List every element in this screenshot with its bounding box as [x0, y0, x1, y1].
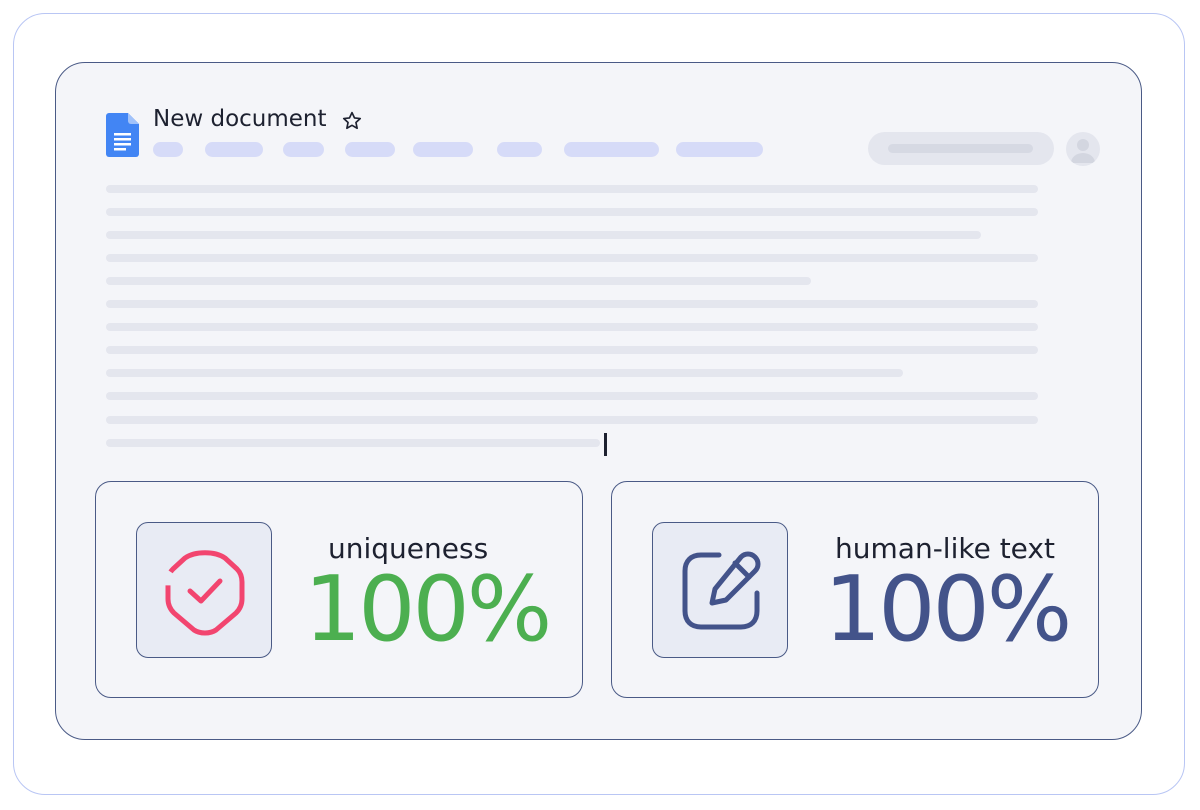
text-placeholder-line: [106, 323, 1038, 331]
menu-item-format[interactable]: [413, 142, 473, 157]
document-title[interactable]: New document: [153, 104, 327, 134]
uniqueness-value: 100%: [304, 557, 552, 662]
human-like-text-value: 100%: [824, 557, 1072, 662]
share-button[interactable]: [868, 132, 1054, 165]
text-placeholder-line: [106, 369, 903, 377]
menu-item-file[interactable]: [153, 142, 183, 157]
text-placeholder-line: [106, 254, 1038, 262]
human-like-text-card: human-like text 100%: [611, 481, 1099, 698]
shield-check-icon: [165, 550, 245, 636]
text-placeholder-line: [106, 439, 600, 447]
uniqueness-icon-box: [136, 522, 272, 658]
menu-item-view[interactable]: [283, 142, 324, 157]
text-cursor: [604, 433, 607, 456]
google-docs-icon[interactable]: [106, 113, 139, 157]
share-button-placeholder: [888, 144, 1033, 153]
text-placeholder-line: [106, 300, 1038, 308]
text-placeholder-line: [106, 346, 1038, 354]
text-placeholder-line: [106, 231, 981, 239]
edit-pencil-icon: [682, 551, 761, 630]
uniqueness-card: uniqueness 100%: [95, 481, 583, 698]
menu-item-edit[interactable]: [205, 142, 263, 157]
text-placeholder-line: [106, 185, 1038, 193]
menu-item-extensions[interactable]: [564, 142, 659, 157]
menu-item-insert[interactable]: [345, 142, 395, 157]
human-like-icon-box: [652, 522, 788, 658]
star-icon[interactable]: [341, 110, 363, 132]
text-placeholder-line: [106, 208, 1038, 216]
text-placeholder-line: [106, 392, 1038, 400]
text-placeholder-line: [106, 277, 811, 285]
menu-item-tools[interactable]: [497, 142, 542, 157]
user-avatar-icon[interactable]: [1066, 132, 1100, 166]
text-placeholder-line: [106, 416, 1038, 424]
menu-item-help[interactable]: [676, 142, 763, 157]
